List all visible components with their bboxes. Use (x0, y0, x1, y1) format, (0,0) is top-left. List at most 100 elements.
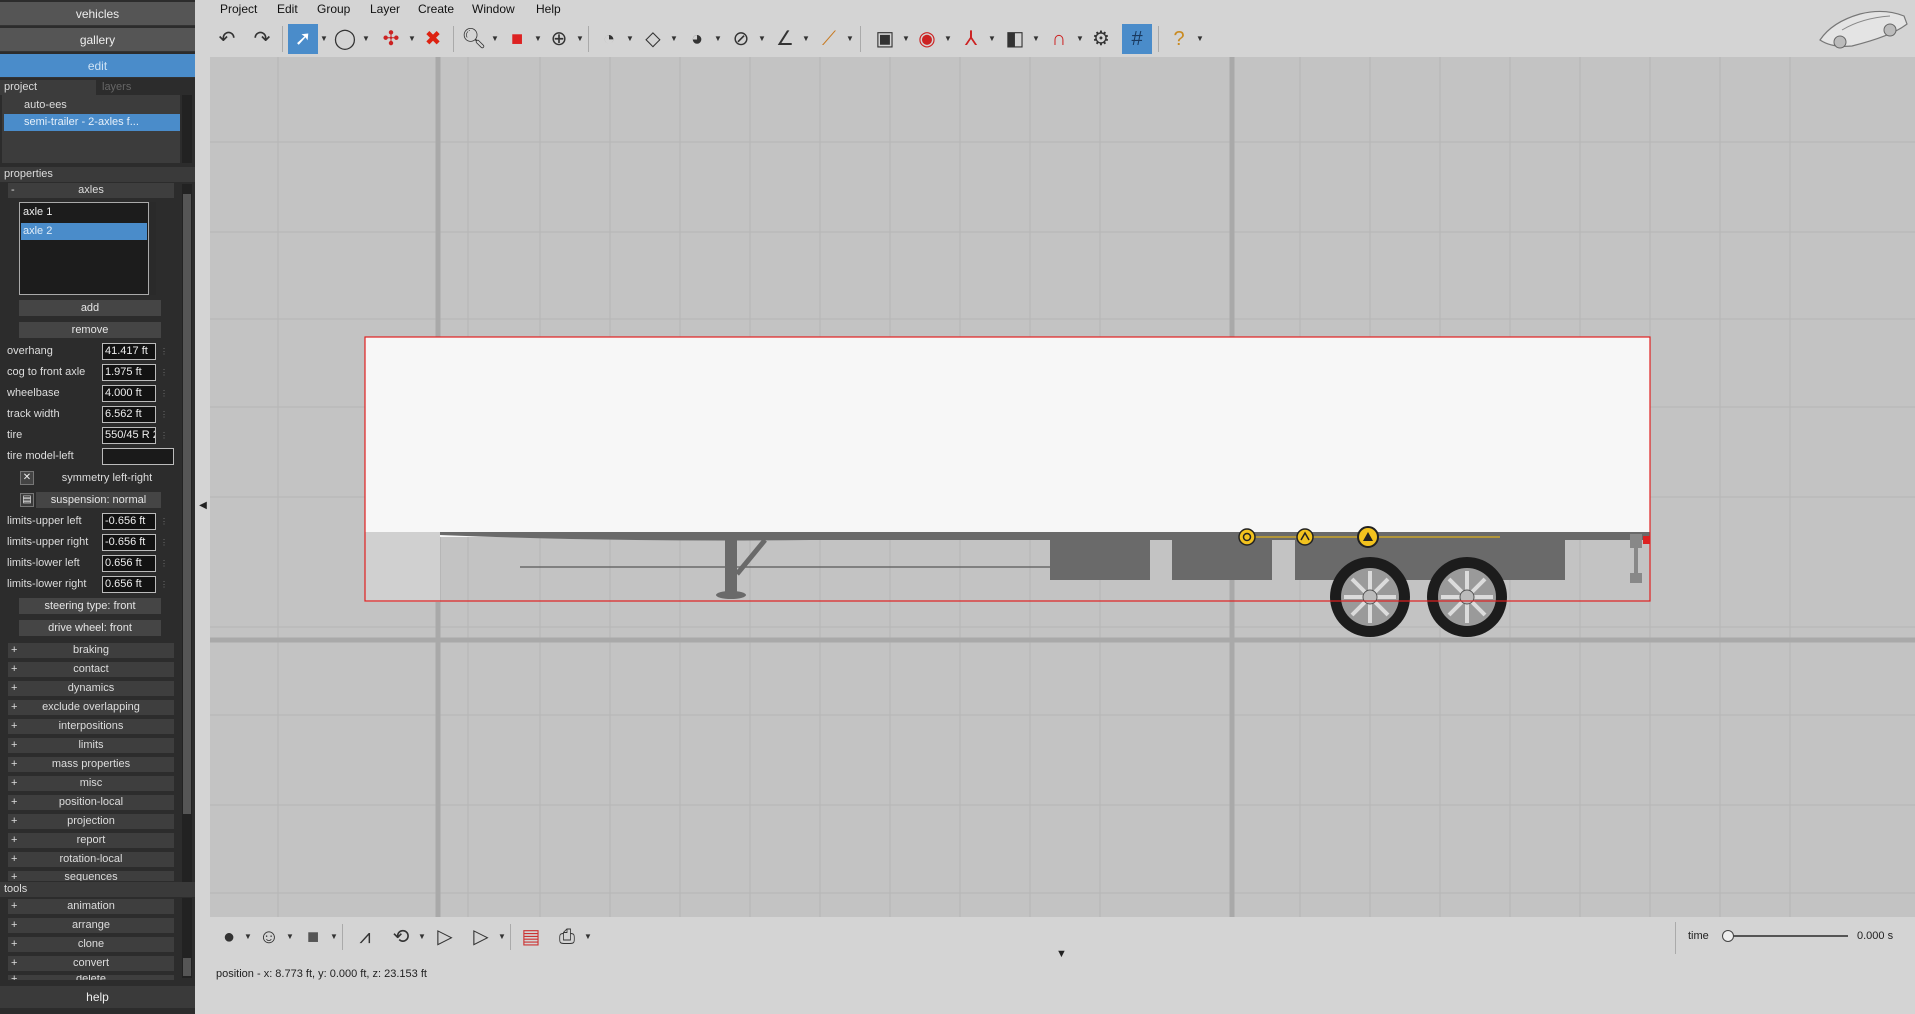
menu-group[interactable]: Group (317, 1, 350, 17)
menu-project[interactable]: Project (220, 1, 257, 17)
project-item-auto-ees[interactable]: auto-ees (4, 97, 180, 114)
tools-scrollbar[interactable] (182, 898, 192, 978)
properties-scrollbar-thumb[interactable] (183, 194, 191, 814)
dropdown-arrow-icon[interactable]: ▼ (1196, 34, 1204, 43)
camera-frame-icon[interactable]: ▣ (870, 24, 900, 54)
dropdown-arrow-icon[interactable]: ▼ (626, 34, 634, 43)
dropdown-arrow-icon[interactable]: ▼ (362, 34, 370, 43)
tool-clone[interactable]: + clone (8, 937, 174, 952)
limits-upper-right-spinner[interactable]: ⋮ (158, 534, 170, 551)
dropdown-arrow-icon[interactable]: ▼ (1076, 34, 1084, 43)
group-contact[interactable]: + contact (8, 662, 174, 677)
group-projection[interactable]: + projection (8, 814, 174, 829)
limits-upper-right-field[interactable]: -0.656 ft (102, 534, 156, 551)
tire-spinner[interactable]: ⋮ (158, 427, 170, 444)
group-braking[interactable]: + braking (8, 643, 174, 658)
tab-layers[interactable]: layers (98, 80, 195, 95)
tool-arrange[interactable]: + arrange (8, 918, 174, 933)
pivot-marker-icon[interactable] (1296, 528, 1314, 546)
group-axles[interactable]: - axles (8, 183, 174, 198)
axes-icon[interactable]: ⅄ (956, 24, 986, 54)
track-width-field[interactable]: 6.562 ft (102, 406, 156, 423)
menu-edit[interactable]: Edit (277, 1, 298, 17)
wheelbase-field[interactable]: 4.000 ft (102, 385, 156, 402)
group-limits[interactable]: + limits (8, 738, 174, 753)
measure-angle-icon[interactable]: ∠ (770, 24, 800, 54)
dropdown-arrow-icon[interactable]: ▼ (498, 932, 506, 941)
graph-icon[interactable]: ⩘ (350, 922, 380, 952)
group-mass-properties[interactable]: + mass properties (8, 757, 174, 772)
angle-gauge-icon[interactable]: ◕ (682, 24, 712, 54)
side-box[interactable] (1050, 540, 1150, 580)
limits-lower-left-spinner[interactable]: ⋮ (158, 555, 170, 572)
overhang-field[interactable]: 41.417 ft (102, 343, 156, 360)
dropdown-arrow-icon[interactable]: ▼ (802, 34, 810, 43)
ruler-icon[interactable]: ⟋ (814, 24, 844, 54)
lasso-icon[interactable]: ◯ (330, 24, 360, 54)
tools-scrollbar-thumb[interactable] (183, 958, 191, 976)
project-scrollbar[interactable] (182, 95, 192, 163)
gallery-button[interactable]: gallery (0, 28, 195, 52)
axle-marker-icon[interactable] (1357, 526, 1379, 548)
dropdown-arrow-icon[interactable]: ▼ (534, 34, 542, 43)
viewport-canvas[interactable] (210, 57, 1915, 917)
group-sequences[interactable]: + sequences (8, 871, 174, 881)
overhang-spinner[interactable]: ⋮ (158, 343, 170, 360)
collapse-panel-icon[interactable]: ◀ (197, 498, 209, 514)
wheel-axle-2[interactable] (1427, 557, 1507, 637)
settings-gears-icon[interactable]: ⚙ (1086, 24, 1116, 54)
axle-list-scrollbar[interactable] (150, 202, 156, 295)
dropdown-arrow-icon[interactable]: ▼ (286, 932, 294, 941)
tire-model-left-field[interactable] (102, 448, 174, 465)
print-icon[interactable]: ⎙ (552, 922, 582, 952)
dropdown-arrow-icon[interactable]: ▼ (491, 34, 499, 43)
dropdown-arrow-icon[interactable]: ▼ (714, 34, 722, 43)
side-box[interactable] (1172, 540, 1272, 580)
time-slider-handle[interactable] (1722, 930, 1734, 942)
delete-icon[interactable]: ✖ (418, 24, 448, 54)
group-report[interactable]: + report (8, 833, 174, 848)
limits-lower-right-spinner[interactable]: ⋮ (158, 576, 170, 593)
play-icon[interactable]: ▷ (430, 922, 460, 952)
help-icon[interactable]: ? (1164, 24, 1194, 54)
dropdown-arrow-icon[interactable]: ▼ (576, 34, 584, 43)
redo-icon[interactable]: ↷ (247, 24, 277, 54)
time-slider-track[interactable] (1728, 935, 1848, 937)
cube-icon[interactable]: ■ (502, 24, 532, 54)
rear-bumper[interactable] (1630, 534, 1642, 548)
dropdown-arrow-icon[interactable]: ▼ (944, 34, 952, 43)
limits-lower-left-field[interactable]: 0.656 ft (102, 555, 156, 572)
limits-upper-left-field[interactable]: -0.656 ft (102, 513, 156, 530)
dropdown-arrow-icon[interactable]: ▼ (244, 932, 252, 941)
expand-panel-arrow-icon[interactable]: ▼ (1056, 948, 1067, 960)
dropdown-arrow-icon[interactable]: ▼ (320, 34, 328, 43)
dropdown-arrow-icon[interactable]: ▼ (408, 34, 416, 43)
group-misc[interactable]: + misc (8, 776, 174, 791)
shading-sphere-icon[interactable]: ● (214, 922, 244, 952)
group-exclude-overlapping[interactable]: + exclude overlapping (8, 700, 174, 715)
dropdown-arrow-icon[interactable]: ▼ (758, 34, 766, 43)
wheel-axle-1[interactable] (1330, 557, 1410, 637)
mirror-icon[interactable]: ◧ (1000, 24, 1030, 54)
record-target-icon[interactable]: ◉ (912, 24, 942, 54)
group-rotation-local[interactable]: + rotation-local (8, 852, 174, 867)
zoom-icon[interactable]: 🔍︎ (459, 24, 489, 54)
wheelbase-spinner[interactable]: ⋮ (158, 385, 170, 402)
menu-help[interactable]: Help (536, 1, 561, 17)
limits-lower-right-field[interactable]: 0.656 ft (102, 576, 156, 593)
menu-layer[interactable]: Layer (370, 1, 400, 17)
help-button[interactable]: help (0, 986, 195, 1008)
edit-button[interactable]: edit (0, 54, 195, 78)
cog-marker-icon[interactable] (1238, 528, 1256, 546)
properties-scrollbar[interactable] (182, 184, 192, 882)
trailer-chassis-beam[interactable] (440, 532, 1650, 541)
dropdown-arrow-icon[interactable]: ▼ (846, 34, 854, 43)
head-view-icon[interactable]: ☺ (254, 922, 284, 952)
menu-create[interactable]: Create (418, 1, 454, 17)
tool-delete[interactable]: + delete (8, 975, 174, 980)
plane-icon[interactable]: ◇ (638, 24, 668, 54)
dropdown-arrow-icon[interactable]: ▼ (330, 932, 338, 941)
gauge-icon[interactable]: ◔ (594, 24, 624, 54)
magnet-icon[interactable]: ∩ (1044, 24, 1074, 54)
menu-window[interactable]: Window (472, 1, 515, 17)
